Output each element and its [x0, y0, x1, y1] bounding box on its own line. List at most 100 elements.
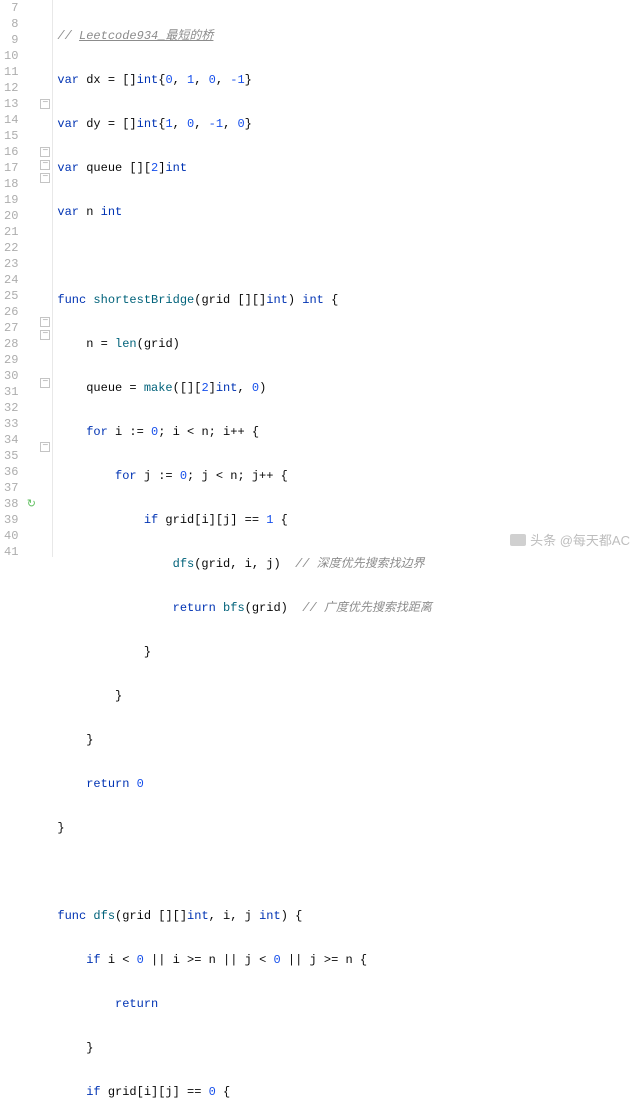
fold-marker[interactable]: −: [40, 99, 50, 109]
gutter-icon-slot: [24, 320, 38, 336]
fold-marker[interactable]: [38, 32, 52, 48]
gutter-icon-slot: [24, 512, 38, 528]
code-line: func dfs(grid [][]int, i, j int) {: [57, 908, 640, 924]
fold-marker[interactable]: [38, 471, 52, 487]
code-line: return bfs(grid) // 广度优先搜索找距离: [57, 600, 640, 616]
gutter-icon-slot: [24, 448, 38, 464]
gutter-icon-slot: [24, 64, 38, 80]
fold-marker[interactable]: [38, 64, 52, 80]
fold-marker[interactable]: [38, 128, 52, 144]
code-line: queue = make([][2]int, 0): [57, 380, 640, 396]
gutter-icon-slot: [24, 48, 38, 64]
gutter-icon-slot: [24, 0, 38, 16]
code-area[interactable]: // Leetcode934_最短的桥 var dx = []int{0, 1,…: [53, 0, 640, 557]
fold-marker[interactable]: [38, 282, 52, 298]
gutter-icon-slot: [24, 32, 38, 48]
line-number: 19: [4, 192, 18, 208]
gutter-icon-slot: [24, 192, 38, 208]
line-number: 15: [4, 128, 18, 144]
fold-marker[interactable]: [38, 186, 52, 202]
code-line: }: [57, 644, 640, 660]
fold-marker[interactable]: −: [40, 317, 50, 327]
fold-marker[interactable]: −: [40, 173, 50, 183]
gutter-icon-slot: [24, 256, 38, 272]
code-line: if grid[i][j] == 1 {: [57, 512, 640, 528]
line-number: 33: [4, 416, 18, 432]
line-number: 31: [4, 384, 18, 400]
line-number: 10: [4, 48, 18, 64]
line-number: 23: [4, 256, 18, 272]
fold-marker[interactable]: [38, 298, 52, 314]
gutter-icon-slot: [24, 176, 38, 192]
line-number: 32: [4, 400, 18, 416]
fold-marker[interactable]: −: [40, 378, 50, 388]
code-line: }: [57, 1040, 640, 1056]
fold-marker[interactable]: [38, 266, 52, 282]
fold-marker[interactable]: −: [40, 442, 50, 452]
fold-marker[interactable]: [38, 48, 52, 64]
gutter-icon-slot: [24, 528, 38, 544]
gutter-icon-slot: [24, 224, 38, 240]
fold-marker[interactable]: [38, 487, 52, 503]
code-editor: 7891011121314151617181920212223242526272…: [0, 0, 640, 557]
line-number: 8: [4, 16, 18, 32]
line-number: 38: [4, 496, 18, 512]
fold-marker[interactable]: [38, 0, 52, 16]
fold-gutter: − − − − − − − −: [38, 0, 52, 557]
line-number: 30: [4, 368, 18, 384]
fold-marker[interactable]: [38, 343, 52, 359]
line-number: 29: [4, 352, 18, 368]
code-line: for i := 0; i < n; i++ {: [57, 424, 640, 440]
gutter-icon-slot: [24, 336, 38, 352]
gutter-icon-slot: [24, 240, 38, 256]
gutter-icon-slot: ↻: [24, 496, 38, 512]
fold-marker[interactable]: [38, 535, 52, 551]
fold-marker[interactable]: [38, 423, 52, 439]
line-number: 36: [4, 464, 18, 480]
fold-marker[interactable]: [38, 250, 52, 266]
code-line: [57, 248, 640, 264]
code-line: var queue [][2]int: [57, 160, 640, 176]
gutter-icon-slot: [24, 384, 38, 400]
line-number: 41: [4, 544, 18, 560]
fold-marker[interactable]: [38, 202, 52, 218]
gutter-icon-slot: [24, 80, 38, 96]
fold-marker[interactable]: [38, 234, 52, 250]
line-number: 34: [4, 432, 18, 448]
code-line: for j := 0; j < n; j++ {: [57, 468, 640, 484]
gutter-icon-slot: [24, 144, 38, 160]
gutter-icon-slot: [24, 416, 38, 432]
fold-marker[interactable]: [38, 359, 52, 375]
line-number: 37: [4, 480, 18, 496]
fold-marker[interactable]: [38, 519, 52, 535]
watermark: 头条 @每天都AC: [510, 530, 630, 549]
fold-marker[interactable]: [38, 503, 52, 519]
gutter-icon-slot: [24, 112, 38, 128]
fold-marker[interactable]: −: [40, 147, 50, 157]
fold-marker[interactable]: [38, 218, 52, 234]
fold-marker[interactable]: −: [40, 160, 50, 170]
code-line: }: [57, 820, 640, 836]
fold-marker[interactable]: [38, 80, 52, 96]
fold-marker[interactable]: [38, 407, 52, 423]
gutter-icon-slot: [24, 368, 38, 384]
code-line: n = len(grid): [57, 336, 640, 352]
gutter-icon-slot: [24, 96, 38, 112]
fold-marker[interactable]: −: [40, 330, 50, 340]
fold-marker[interactable]: [38, 391, 52, 407]
fold-marker[interactable]: [38, 112, 52, 128]
gutter-icon-slot: [24, 544, 38, 560]
line-number: 39: [4, 512, 18, 528]
line-number: 21: [4, 224, 18, 240]
code-line: return 0: [57, 776, 640, 792]
line-number: 28: [4, 336, 18, 352]
fold-marker[interactable]: [38, 16, 52, 32]
gutter-icon-slot: [24, 304, 38, 320]
line-number: 16: [4, 144, 18, 160]
gutter-icon-slot: [24, 464, 38, 480]
code-line: return: [57, 996, 640, 1012]
code-line: func shortestBridge(grid [][]int) int {: [57, 292, 640, 308]
line-number: 11: [4, 64, 18, 80]
watermark-text: 头条 @每天都AC: [530, 530, 630, 549]
fold-marker[interactable]: [38, 455, 52, 471]
